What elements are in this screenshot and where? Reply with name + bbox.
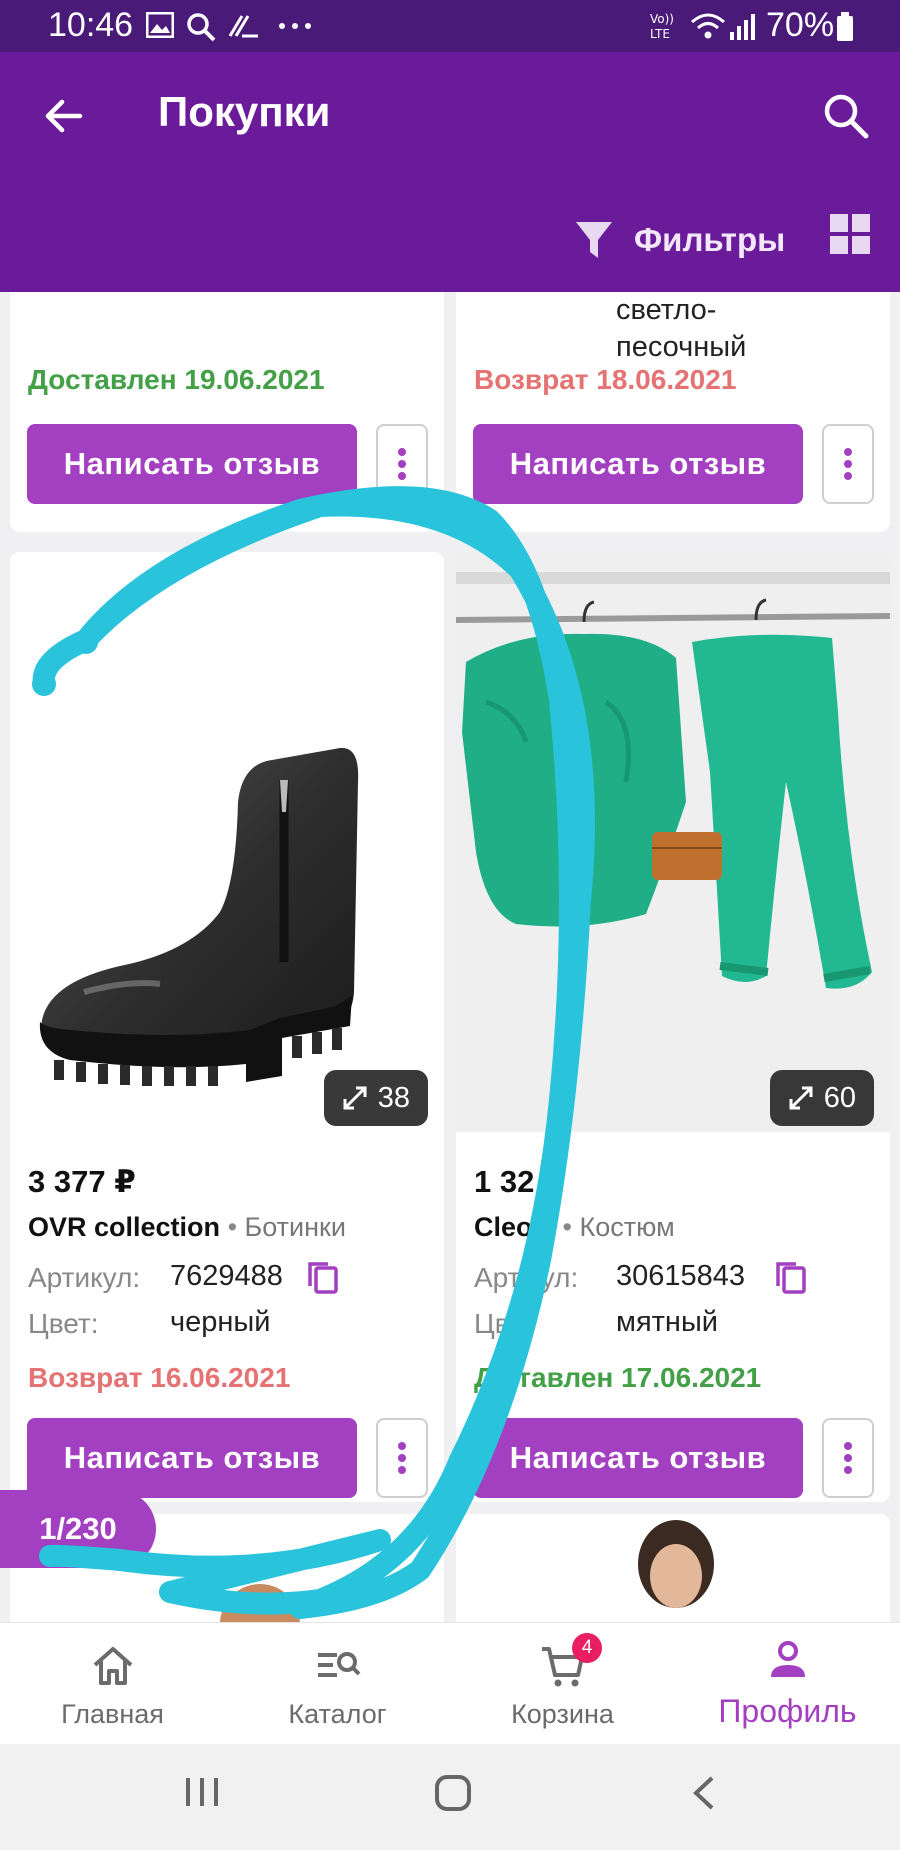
expand-icon: [343, 1086, 367, 1110]
color-value: светло- песочный: [616, 292, 746, 366]
photo-count: 60: [823, 1081, 856, 1114]
search-icon: [187, 13, 216, 42]
photo-count-badge[interactable]: 60: [769, 1070, 874, 1126]
status-bar: 10:46 Vo)) LTE 70%: [0, 0, 900, 52]
nav-label: Корзина: [511, 1699, 614, 1729]
profile-icon: [771, 1641, 805, 1677]
more-dots-icon: [279, 23, 311, 29]
color-label: Цвет:: [28, 1308, 99, 1339]
app-icon: [228, 15, 258, 38]
home-button-icon[interactable]: [434, 1774, 472, 1812]
separator: •: [227, 1212, 238, 1242]
nav-catalog[interactable]: Каталог: [225, 1623, 450, 1745]
photo-count: 38: [377, 1081, 410, 1114]
separator: •: [562, 1212, 572, 1242]
copy-icon[interactable]: [306, 1260, 340, 1296]
pagination-indicator: 1/230: [0, 1490, 156, 1568]
more-options-button[interactable]: [376, 1418, 428, 1498]
product-brand-line: OVR collection • Ботинки: [28, 1212, 346, 1243]
filter-funnel-icon: [576, 222, 612, 258]
product-category: Костюм: [579, 1212, 675, 1242]
nav-label: Главная: [61, 1699, 164, 1729]
product-photo[interactable]: 38: [10, 552, 444, 1132]
vertical-dots-icon: [398, 448, 406, 480]
product-brand: OVR collection: [28, 1212, 221, 1242]
write-review-button[interactable]: Написать отзыв: [27, 424, 357, 504]
svg-text:Vo)): Vo)): [650, 12, 674, 26]
filters-button[interactable]: Фильтры: [574, 212, 785, 268]
page-title: Покупки: [158, 88, 331, 135]
filters-label: Фильтры: [634, 221, 786, 258]
bottom-navigation: Главная Каталог 4 Корзина Профиль: [0, 1622, 900, 1744]
nav-profile[interactable]: Профиль: [675, 1623, 900, 1745]
purchase-card[interactable]: 38 3 377 ₽ OVR collection • Ботинки Арти…: [10, 552, 444, 1502]
product-brand: Cleo a: [474, 1212, 556, 1242]
expand-icon: [789, 1086, 813, 1110]
color-line: песочный: [616, 331, 747, 363]
back-arrow-icon[interactable]: [40, 92, 88, 140]
nav-label: Профиль: [718, 1693, 857, 1729]
catalog-search-icon: [318, 1652, 361, 1677]
article-label: Арт кул:: [474, 1262, 579, 1293]
more-options-button[interactable]: [822, 1418, 874, 1498]
order-status: Д ставлен 17.06.2021: [474, 1362, 762, 1393]
color-value: мятный: [616, 1306, 718, 1338]
order-status: Возврат 18.06.2021: [474, 364, 737, 395]
purchase-card: Доставлен 19.06.2021 Написать отзыв: [10, 292, 444, 532]
volte-icon: Vo))LTE: [650, 12, 674, 41]
battery-percent: 70%: [766, 6, 835, 44]
photo-count-badge[interactable]: 38: [323, 1070, 428, 1126]
purchases-list[interactable]: Доставлен 19.06.2021 Написать отзыв свет…: [0, 292, 900, 1622]
vertical-dots-icon: [398, 1442, 406, 1474]
cart-count-badge: 4: [572, 1633, 602, 1663]
write-review-button[interactable]: Написать отзыв: [473, 424, 803, 504]
color-value: черный: [170, 1306, 271, 1338]
vertical-dots-icon: [844, 448, 852, 480]
suit-image: [456, 552, 890, 1132]
color-line: светло-: [616, 294, 717, 326]
purchase-card[interactable]: [456, 1514, 890, 1622]
status-time: 10:46: [48, 6, 134, 44]
product-price: 3 377 ₽: [28, 1164, 136, 1199]
search-icon[interactable]: [820, 90, 872, 142]
nav-cart[interactable]: 4 Корзина: [450, 1623, 675, 1745]
svg-text:LTE: LTE: [650, 27, 670, 41]
signal-icon: [730, 14, 755, 40]
more-options-button[interactable]: [822, 424, 874, 504]
grid-view-icon[interactable]: [828, 212, 872, 256]
wifi-icon: [691, 13, 725, 39]
app-header: Покупки Фильтры: [0, 52, 900, 292]
product-brand-line: Cleo a • Костюм: [474, 1212, 675, 1243]
boot-image: [39, 747, 359, 1086]
product-photo[interactable]: 60: [456, 552, 890, 1132]
copy-icon[interactable]: [774, 1260, 808, 1296]
recent-apps-icon[interactable]: [184, 1774, 220, 1810]
back-button-icon[interactable]: [690, 1774, 718, 1812]
nav-label: Каталог: [288, 1699, 387, 1729]
vertical-dots-icon: [844, 1442, 852, 1474]
product-category: Ботинки: [244, 1212, 346, 1242]
article-value: 7629488: [170, 1260, 283, 1292]
color-label: Цв :: [474, 1308, 526, 1339]
nav-home[interactable]: Главная: [0, 1623, 225, 1745]
home-icon: [93, 1647, 133, 1685]
product-photo-partial: [638, 1520, 714, 1608]
more-options-button[interactable]: [376, 424, 428, 504]
purchase-card: светло- песочный Возврат 18.06.2021 Напи…: [456, 292, 890, 532]
battery-icon: [837, 12, 853, 41]
order-status: Доставлен 19.06.2021: [28, 364, 325, 395]
article-label: Артикул:: [28, 1262, 141, 1293]
image-icon: [146, 12, 174, 38]
order-status: Возврат 16.06.2021: [28, 1362, 291, 1393]
write-review-button[interactable]: Написать отзыв: [27, 1418, 357, 1498]
purchase-card[interactable]: 60 1 32 ₽ Cleo a • Костюм Арт кул: 30615…: [456, 552, 890, 1502]
system-navigation-bar: [0, 1744, 900, 1850]
product-price: 1 32 ₽: [474, 1164, 565, 1199]
article-value: 30615843: [616, 1260, 746, 1292]
write-review-button[interactable]: Написать отзыв: [473, 1418, 803, 1498]
